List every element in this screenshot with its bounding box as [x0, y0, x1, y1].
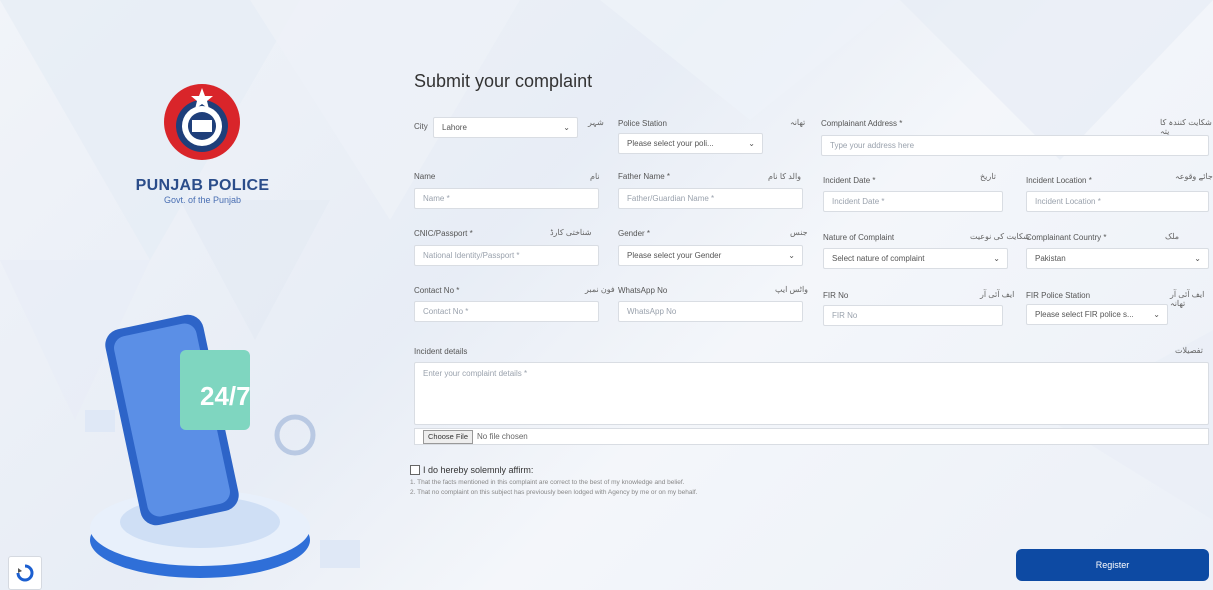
- helpline-illustration: 24/7: [85, 314, 360, 578]
- complainant-address-label: Complainant Address *: [821, 119, 903, 128]
- city-urdu-label: شہر: [588, 118, 604, 127]
- police-station-label: Police Station: [618, 119, 667, 128]
- recaptcha-badge[interactable]: [8, 556, 42, 590]
- father-name-label: Father Name *: [618, 172, 671, 181]
- chevron-down-icon: ⌄: [1153, 310, 1160, 319]
- country-urdu-label: ملک: [1165, 232, 1180, 241]
- city-select[interactable]: Lahore ⌄: [433, 117, 578, 138]
- incident-date-input[interactable]: Incident Date *: [823, 191, 1003, 212]
- fir-label: FIR No: [823, 291, 849, 300]
- nature-urdu-label: شکایت کی نوعیت: [970, 232, 1030, 241]
- contact-urdu-label: فون نمبر: [585, 285, 615, 294]
- svg-text:24/7: 24/7: [200, 381, 251, 411]
- contact-input[interactable]: Contact No *: [414, 301, 599, 322]
- file-upload: Choose File No file chosen: [414, 428, 1209, 445]
- country-select[interactable]: Pakistan ⌄: [1026, 248, 1209, 269]
- gender-urdu-label: جنس: [790, 228, 808, 237]
- fir-station-select[interactable]: Please select FIR police s... ⌄: [1026, 304, 1168, 325]
- address-urdu-label: شکایت کنندہ کا پتہ: [1160, 118, 1212, 136]
- police-station-select[interactable]: Please select your poli... ⌄: [618, 133, 763, 154]
- police-station-urdu-label: تھانہ: [790, 118, 806, 127]
- choose-file-button[interactable]: Choose File: [423, 429, 474, 444]
- details-textarea[interactable]: Enter your complaint details *: [414, 362, 1209, 425]
- details-urdu-label: تفصیلات: [1175, 346, 1203, 355]
- affirm-note-1: 1. That the facts mentioned in this comp…: [410, 479, 685, 486]
- affirm-label: I do hereby solemnly affirm:: [423, 465, 534, 475]
- contact-label: Contact No *: [414, 286, 460, 295]
- nature-select[interactable]: Select nature of complaint ⌄: [823, 248, 1008, 269]
- fir-urdu-label: ایف آئی آر: [980, 290, 1015, 299]
- fir-station-label: FIR Police Station: [1026, 291, 1091, 300]
- name-label: Name: [414, 172, 436, 181]
- father-name-input[interactable]: Father/Guardian Name *: [618, 188, 803, 209]
- left-panel: PUNJAB POLICE Govt. of the Punjab 24/7: [0, 0, 390, 590]
- date-urdu-label: تاریخ: [980, 172, 996, 181]
- country-label: Complainant Country *: [1026, 233, 1107, 242]
- file-status: No file chosen: [477, 432, 528, 441]
- cnic-input[interactable]: National Identity/Passport *: [414, 245, 599, 266]
- recaptcha-icon: [16, 564, 34, 582]
- chevron-down-icon: ⌄: [788, 251, 795, 260]
- gender-select[interactable]: Please select your Gender ⌄: [618, 245, 803, 266]
- name-input[interactable]: Name *: [414, 188, 599, 209]
- affirm-row[interactable]: I do hereby solemnly affirm:: [410, 465, 533, 475]
- gender-label: Gender *: [618, 229, 651, 238]
- cnic-urdu-label: شناختی کارڈ: [550, 228, 592, 237]
- name-urdu-label: نام: [590, 172, 600, 181]
- page-title: Submit your complaint: [414, 71, 593, 91]
- nature-label: Nature of Complaint: [823, 233, 895, 242]
- whatsapp-urdu-label: واٹس ایپ: [775, 285, 809, 294]
- affirm-note-2: 2. That no complaint on this subject has…: [410, 489, 698, 496]
- cnic-label: CNIC/Passport *: [414, 229, 473, 238]
- whatsapp-label: WhatsApp No: [618, 286, 668, 295]
- location-urdu-label: جائے وقوعہ: [1175, 172, 1213, 181]
- affirm-checkbox[interactable]: [410, 465, 420, 475]
- brand-name: PUNJAB POLICE: [135, 177, 270, 194]
- father-urdu-label: والد کا نام: [768, 172, 802, 181]
- chevron-down-icon: ⌄: [1194, 254, 1201, 263]
- chevron-down-icon: ⌄: [748, 139, 755, 148]
- incident-date-label: Incident Date *: [823, 176, 876, 185]
- city-label: City: [414, 122, 428, 131]
- register-button[interactable]: Register: [1016, 549, 1209, 581]
- incident-location-input[interactable]: Incident Location *: [1026, 191, 1209, 212]
- chevron-down-icon: ⌄: [993, 254, 1000, 263]
- whatsapp-input[interactable]: WhatsApp No: [618, 301, 803, 322]
- details-label: Incident details: [414, 347, 468, 356]
- fir-station-urdu-label: ایف آئی آر تھانہ: [1170, 290, 1205, 308]
- complainant-address-input[interactable]: Type your address here: [821, 135, 1209, 156]
- punjab-police-logo: [164, 84, 240, 160]
- fir-input[interactable]: FIR No: [823, 305, 1003, 326]
- brand-subtitle: Govt. of the Punjab: [163, 195, 242, 205]
- chevron-down-icon: ⌄: [563, 123, 570, 132]
- incident-location-label: Incident Location *: [1026, 176, 1092, 185]
